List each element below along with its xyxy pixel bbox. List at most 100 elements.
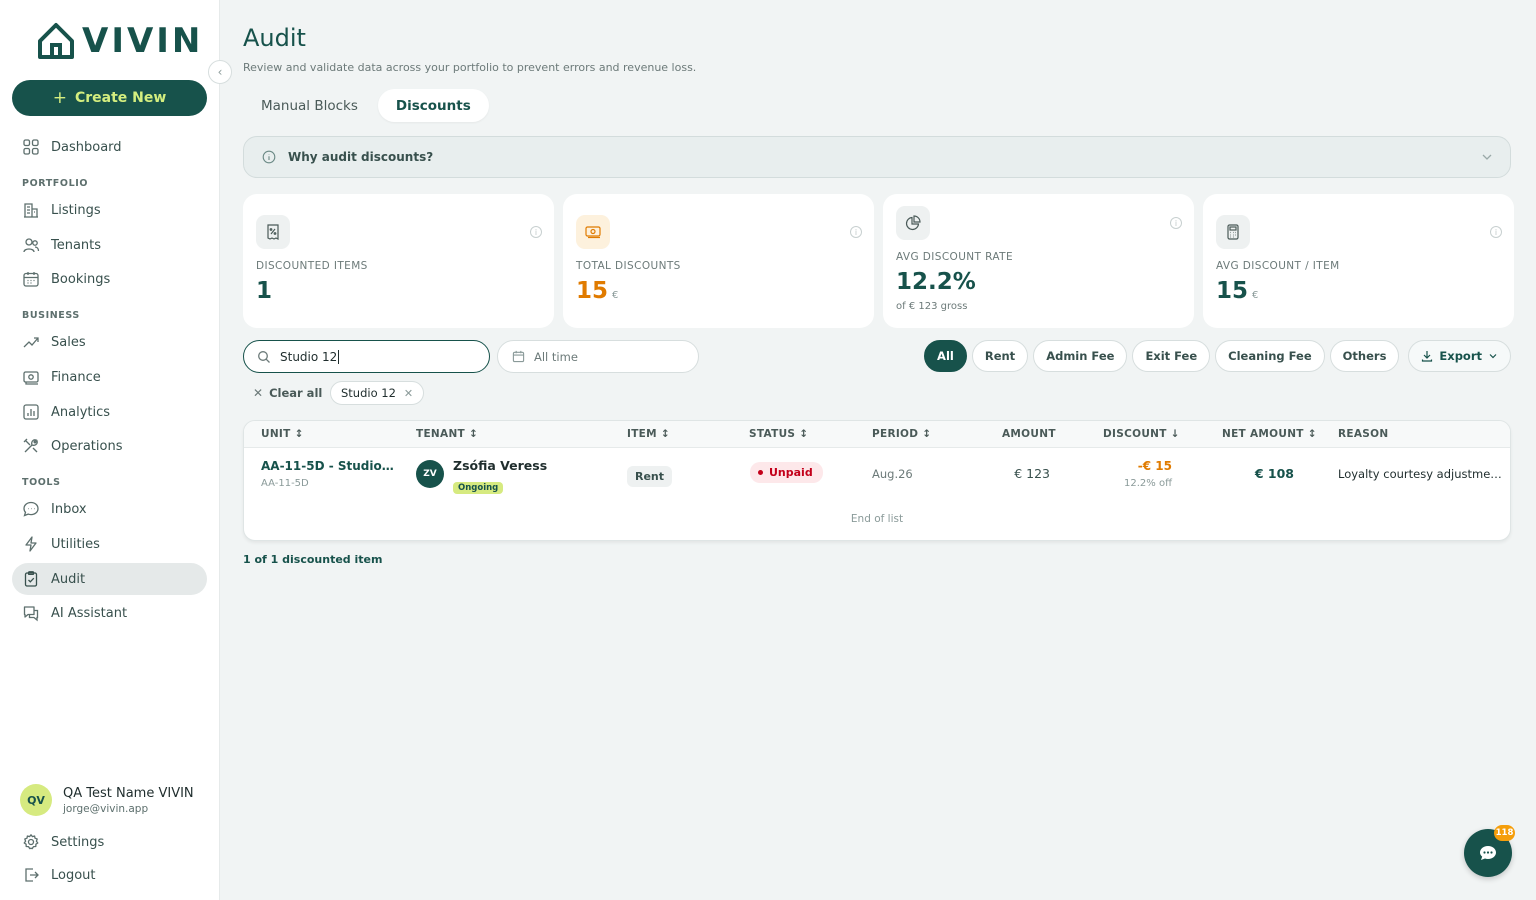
sidebar-item-bookings[interactable]: Bookings <box>12 263 207 295</box>
info-icon[interactable]: i <box>850 226 862 238</box>
sidebar-item-settings[interactable]: Settings <box>12 826 207 858</box>
filter-chip-exit-fee[interactable]: Exit Fee <box>1132 340 1211 372</box>
sort-icon: ↕ <box>468 428 479 440</box>
tag-label: Studio 12 <box>341 386 396 400</box>
clear-all-label: Clear all <box>269 386 323 400</box>
info-icon[interactable]: i <box>530 226 542 238</box>
date-filter-input[interactable]: All time <box>497 340 699 373</box>
section-label-portfolio: PORTFOLIO <box>22 178 89 189</box>
sidebar-item-label: AI Assistant <box>51 605 128 621</box>
sidebar-item-listings[interactable]: Listings <box>12 194 207 226</box>
export-label: Export <box>1439 349 1482 363</box>
end-of-list-label: End of list <box>850 513 904 525</box>
status-dot <box>758 470 763 475</box>
why-audit-label: Why audit discounts? <box>288 150 434 164</box>
column-header-status[interactable]: STATUS ↕ <box>749 428 808 440</box>
clear-all-button[interactable]: ✕ Clear all <box>253 385 322 401</box>
sidebar-item-inbox[interactable]: Inbox <box>12 493 207 525</box>
grid-icon <box>23 139 39 155</box>
export-button[interactable]: Export <box>1408 340 1511 372</box>
tenant-avatar: ZV <box>416 460 444 488</box>
info-icon[interactable]: i <box>1490 226 1502 238</box>
logo-text: VIVIN <box>82 21 204 61</box>
sidebar-item-analytics[interactable]: Analytics <box>12 396 207 428</box>
discount-value: -€ 15 <box>1137 459 1172 473</box>
column-header-net-amount[interactable]: NET AMOUNT ↕ <box>1222 428 1317 440</box>
vivin-logo[interactable]: VIVIN <box>36 20 203 62</box>
info-icon[interactable]: i <box>1170 217 1182 229</box>
plus-icon: + <box>52 88 67 108</box>
sidebar-item-audit[interactable]: Audit <box>12 563 207 595</box>
user-email: jorge@vivin.app <box>63 802 149 815</box>
chevron-down-icon <box>1482 154 1492 160</box>
sidebar-item-sales[interactable]: Sales <box>12 326 207 358</box>
filter-chip-others[interactable]: Others <box>1329 340 1400 372</box>
tenant-name[interactable]: Zsófia Veress <box>453 458 547 473</box>
calendar-icon <box>23 272 39 287</box>
filter-chip-admin-fee[interactable]: Admin Fee <box>1033 340 1128 372</box>
column-header-unit[interactable]: UNIT ↕ <box>261 428 304 440</box>
sidebar: VIVIN ‹ + Create New Dashboard PORTFOLIO… <box>0 0 232 900</box>
sidebar-item-label: Dashboard <box>51 139 122 155</box>
net-amount-value: € 108 <box>1254 466 1294 481</box>
kpi-label: AVG DISCOUNT RATE <box>896 251 1013 263</box>
sort-icon: ↕ <box>799 428 809 440</box>
unit-name-link[interactable]: AA-11-5D - Studio… <box>261 459 394 473</box>
search-input[interactable]: Studio 12 <box>243 340 490 373</box>
download-icon <box>1422 351 1433 362</box>
tab-discounts[interactable]: Discounts <box>377 89 489 122</box>
page-title: Audit <box>243 24 306 52</box>
chat-bubbles-icon <box>23 606 39 622</box>
sidebar-item-utilities[interactable]: Utilities <box>12 528 207 560</box>
info-icon <box>262 150 276 164</box>
column-header-item[interactable]: ITEM ↕ <box>627 428 670 440</box>
filter-chip-rent[interactable]: Rent <box>971 340 1029 372</box>
sidebar-item-label: Utilities <box>51 536 100 552</box>
sidebar-item-ai-assistant[interactable]: AI Assistant <box>12 597 207 629</box>
create-new-button[interactable]: + Create New <box>12 80 207 116</box>
lightning-icon <box>25 536 37 552</box>
sidebar-item-label: Operations <box>51 438 123 454</box>
date-filter-value: All time <box>534 349 578 364</box>
column-header-discount[interactable]: DISCOUNT ↓ <box>1103 428 1180 440</box>
user-name: QA Test Name VIVIN <box>63 785 194 801</box>
sidebar-item-tenants[interactable]: Tenants <box>12 229 207 261</box>
bar-chart-icon <box>23 404 39 420</box>
sidebar-item-label: Sales <box>51 334 86 350</box>
tab-manual-blocks[interactable]: Manual Blocks <box>243 89 376 122</box>
kpi-label: AVG DISCOUNT / ITEM <box>1216 260 1340 272</box>
kpi-value: 12.2% <box>896 269 976 295</box>
kpi-unit: € <box>1252 290 1259 301</box>
column-header-period[interactable]: PERIOD ↕ <box>872 428 931 440</box>
item-badge: Rent <box>627 465 673 487</box>
user-profile[interactable]: QV QA Test Name VIVIN jorge@vivin.app <box>20 784 194 816</box>
sort-desc-icon: ↓ <box>1170 428 1180 440</box>
filter-chip-cleaning-fee[interactable]: Cleaning Fee <box>1215 340 1325 372</box>
sidebar-item-dashboard[interactable]: Dashboard <box>12 131 207 163</box>
filter-chip-all[interactable]: All <box>924 340 967 372</box>
collapse-sidebar-button[interactable]: ‹ <box>208 60 232 84</box>
close-icon: ✕ <box>253 386 264 400</box>
receipt-percent-icon <box>256 215 290 249</box>
result-count: 1 of 1 discounted item <box>243 553 383 566</box>
close-icon[interactable]: ✕ <box>404 387 413 400</box>
kpi-value: 15 € <box>576 278 619 304</box>
sidebar-item-label: Logout <box>51 867 96 883</box>
column-header-tenant[interactable]: TENANT ↕ <box>416 428 478 440</box>
kpi-label: TOTAL DISCOUNTS <box>576 260 681 272</box>
search-icon <box>258 350 270 363</box>
sidebar-item-label: Analytics <box>51 404 111 420</box>
discount-percent: 12.2% off <box>1124 478 1172 489</box>
sidebar-item-operations[interactable]: Operations <box>12 430 207 462</box>
message-circle-icon <box>23 501 39 517</box>
kpi-card-discounted-items: i DISCOUNTED ITEMS 1 <box>243 194 554 328</box>
column-header-amount: AMOUNT <box>1002 428 1056 440</box>
sidebar-item-label: Inbox <box>51 501 87 517</box>
sidebar-item-finance[interactable]: Finance <box>12 361 207 393</box>
chat-notification-badge: 118 <box>1494 825 1515 841</box>
section-label-tools: TOOLS <box>22 477 61 488</box>
why-audit-accordion[interactable]: Why audit discounts? <box>243 136 1511 178</box>
sort-icon: ↕ <box>294 428 304 440</box>
sidebar-item-label: Audit <box>51 571 86 587</box>
sidebar-item-logout[interactable]: Logout <box>12 859 207 891</box>
